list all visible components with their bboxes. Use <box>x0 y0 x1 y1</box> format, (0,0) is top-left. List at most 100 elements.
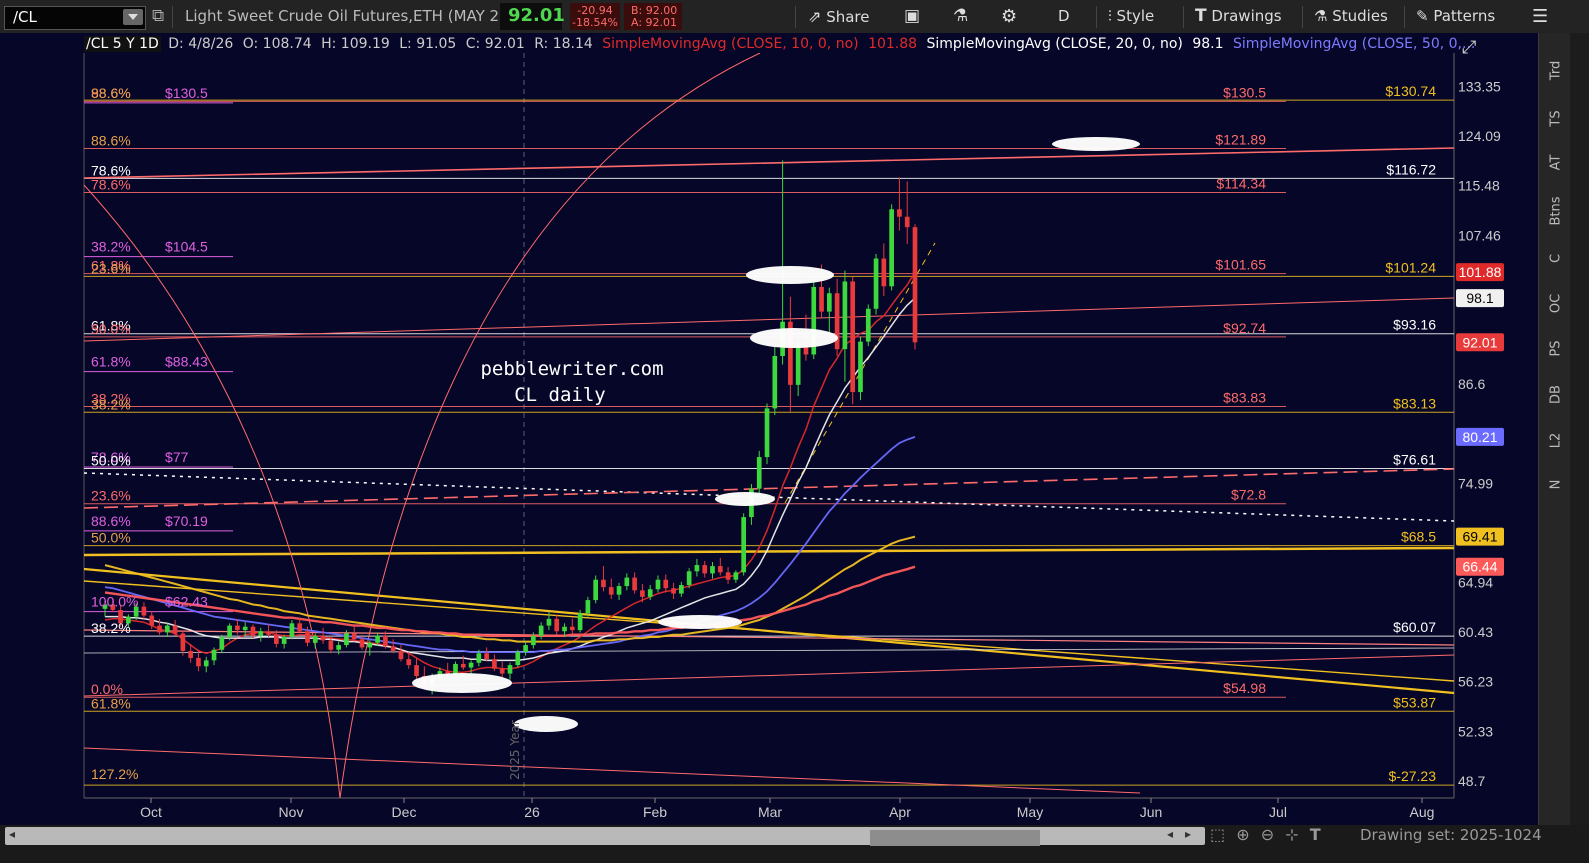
sidebar-tab-oc[interactable]: OC <box>1549 291 1564 317</box>
price-tick-label: 60.43 <box>1458 624 1493 640</box>
candle-body <box>764 408 770 458</box>
zoom-out-icon[interactable]: ⊖ <box>1261 825 1274 844</box>
candle-body <box>180 633 186 651</box>
studies-button[interactable]: ⚗ Studies <box>1314 0 1388 33</box>
candle-body <box>756 457 762 489</box>
candle-body <box>865 308 871 342</box>
sma10-legend[interactable]: SimpleMovingAvg (CLOSE, 10, 0, no) <box>602 36 858 52</box>
scrollbar-thumb[interactable] <box>870 830 1040 846</box>
candle-body <box>850 281 856 393</box>
candle-body <box>523 645 528 653</box>
time-tick-label: Oct <box>140 804 162 820</box>
fib-pct-label: 50.0% <box>91 453 131 469</box>
chart-area[interactable]: $130.5 $130.74 $121.89 $116.72 $114.34 $101.6… <box>0 33 1538 825</box>
fib-level-label: $83.13 <box>1393 395 1436 411</box>
sidebar-tab-c[interactable]: C <box>1549 246 1564 272</box>
time-tick-label: Feb <box>643 804 667 820</box>
candle-body <box>406 659 412 666</box>
candle-icon: ⫶ <box>1108 7 1112 25</box>
sidebar-tab-l2[interactable]: L2 <box>1549 428 1564 454</box>
fib-level-label: $101.24 <box>1385 259 1436 275</box>
scroll-right-icon[interactable]: ▸ <box>1185 827 1191 841</box>
flask-icon: ⚗ <box>1314 7 1328 25</box>
scroll-left-end-icon[interactable]: ◂ <box>1167 827 1173 841</box>
time-scrollbar[interactable]: ◂ ◂ ▸ <box>5 827 1205 846</box>
share-button[interactable]: ⇗ Share <box>808 0 869 33</box>
right-strip <box>1570 33 1589 825</box>
candle-body <box>157 625 162 633</box>
sidebar-tab-ts[interactable]: TS <box>1549 106 1564 132</box>
watermark-title: CL daily <box>514 384 606 406</box>
drawings-button[interactable]: T Drawings <box>1195 0 1282 33</box>
style-button[interactable]: ⫶ Style <box>1108 0 1154 33</box>
bottom-bar: ◂ ◂ ▸ ⬚ ⊕ ⊖ ⊹ T Drawing set: 2025-1024 <box>0 825 1589 863</box>
menu-icon[interactable]: ☰ <box>1532 0 1548 33</box>
candle-body <box>164 625 170 633</box>
candle-body <box>873 258 879 309</box>
candle-body <box>647 589 653 597</box>
candle-body <box>188 650 194 658</box>
sidebar-tab-n[interactable]: N <box>1549 472 1564 498</box>
fib-price-label: $104.5 <box>165 239 208 255</box>
text-tool-icon[interactable]: T <box>1310 825 1321 844</box>
fib-level-label: $116.72 <box>1386 161 1436 177</box>
chevron-down-icon[interactable] <box>123 9 143 25</box>
zoom-controls: ⬚ ⊕ ⊖ ⊹ T <box>1210 825 1321 847</box>
chart-settings-icon[interactable]: ▣ <box>904 0 920 33</box>
candle-body <box>858 341 863 393</box>
highlight-ellipse <box>715 492 775 506</box>
chart-canvas[interactable]: $130.5 $130.74 $121.89 $116.72 $114.34 $101.6… <box>0 33 1538 825</box>
sma50-legend[interactable]: SimpleMovingAvg (CLOSE, 50, 0,... <box>1233 36 1475 52</box>
fib-pct-label: 50.0% <box>91 321 131 337</box>
fib-level-label: $130.5 <box>1223 84 1266 100</box>
candle-body <box>686 571 692 586</box>
highlight-ellipse <box>412 673 512 693</box>
price-tick-label: 48.7 <box>1458 773 1485 789</box>
candle-body <box>351 633 357 640</box>
zoom-box-icon[interactable]: ⬚ <box>1210 825 1225 844</box>
sidebar-tab-trd[interactable]: Trd <box>1549 58 1564 84</box>
flask-icon[interactable]: ⚗ <box>953 0 968 33</box>
sidebar-tab-ps[interactable]: PS <box>1549 336 1564 362</box>
crosshair-icon[interactable]: ⊹ <box>1285 825 1298 844</box>
period-button[interactable]: D <box>1058 0 1070 33</box>
highlight-ellipse <box>750 328 838 348</box>
candle-body <box>725 572 731 580</box>
price-tick-label: 56.23 <box>1458 674 1493 690</box>
time-tick-label: Dec <box>392 804 417 820</box>
price-tick-label: 124.09 <box>1458 128 1501 144</box>
zoom-in-icon[interactable]: ⊕ <box>1236 825 1249 844</box>
sidebar-tab-btns[interactable]: Btns <box>1549 196 1564 225</box>
price-tag-label: 80.21 <box>1462 429 1497 445</box>
candle-body <box>359 639 365 648</box>
symbol-selector[interactable]: /CL <box>4 6 146 30</box>
style-label: Style <box>1116 7 1155 25</box>
fib-pct-label: 88.6% <box>91 513 131 529</box>
candle-body <box>795 345 801 385</box>
scroll-left-icon[interactable]: ◂ <box>9 827 15 841</box>
chart-symbol: /CL 5 Y 1D <box>84 36 161 52</box>
fib-pct-label: 23.6% <box>91 260 131 276</box>
candle-body <box>499 668 505 674</box>
fib-level-label: $83.83 <box>1223 389 1266 405</box>
sidebar-tab-db[interactable]: DB <box>1549 382 1564 408</box>
fib-level-label: $60.07 <box>1393 619 1436 635</box>
drawing-set[interactable]: Drawing set: 2025-1024 <box>1360 826 1542 844</box>
patterns-button[interactable]: ✎ Patterns <box>1416 0 1495 33</box>
sma20-legend[interactable]: SimpleMovingAvg (CLOSE, 20, 0, no) <box>927 36 1183 52</box>
fib-level-label: $114.34 <box>1216 176 1266 192</box>
link-icon[interactable]: ⧉ <box>152 0 164 33</box>
bid-ask-box: B: 92.00 A: 92.01 <box>624 3 682 30</box>
expand-icon[interactable]: ⤢ <box>1462 37 1476 58</box>
price-tick-label: 133.35 <box>1458 79 1501 95</box>
candle-body <box>842 281 848 350</box>
fib-pct-label: 88.6% <box>91 132 131 148</box>
candle-body <box>375 635 380 643</box>
sidebar-tab-at[interactable]: AT <box>1549 150 1564 176</box>
candle-body <box>242 626 248 631</box>
fib-level-label: $72.8 <box>1231 487 1266 503</box>
candle-body <box>227 625 232 637</box>
bar-open: O: 108.74 <box>242 36 312 52</box>
fib-pct-label: 88.6% <box>91 85 131 101</box>
gear-icon[interactable]: ⚙ <box>1001 0 1017 33</box>
